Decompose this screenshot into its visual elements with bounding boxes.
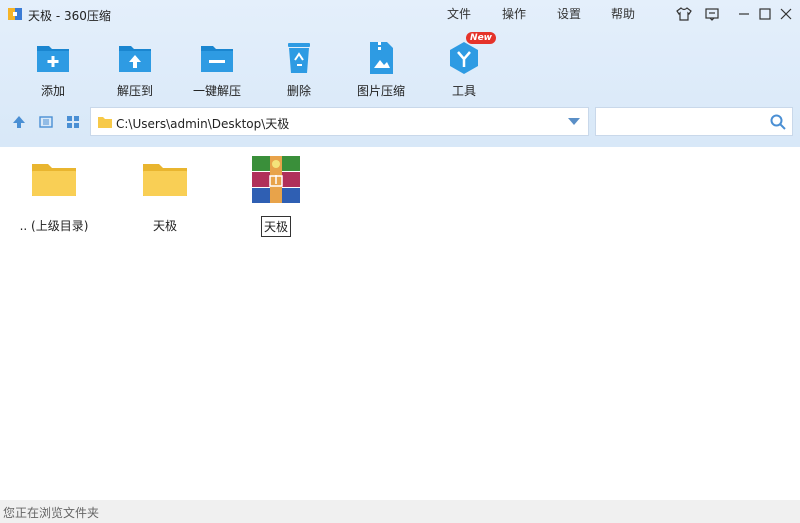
thumbnail-view-icon[interactable] (65, 114, 81, 130)
image-compress-button[interactable]: 图片压缩 (346, 36, 416, 98)
file-name: 天极 (152, 219, 177, 233)
delete-button[interactable]: 删除 (264, 36, 334, 98)
file-name: .. (上级目录) (19, 219, 89, 233)
add-folder-icon (33, 38, 73, 78)
tools-label: 工具 (451, 84, 476, 98)
search-input[interactable] (600, 112, 760, 132)
add-label: 添加 (40, 84, 65, 98)
skin-shirt-icon[interactable] (674, 4, 694, 24)
recycle-bin-icon (279, 38, 319, 78)
folder-icon (28, 154, 80, 206)
app-icon (8, 8, 22, 20)
header-area: 天极 - 360压缩 文件 操作 设置 帮助 添加 解压到 一键解压 删除 图片… (0, 0, 800, 147)
folder-icon (139, 154, 191, 206)
minimize-icon[interactable] (734, 4, 754, 24)
archive-icon (250, 154, 302, 206)
menu-settings[interactable]: 设置 (557, 5, 581, 22)
search-icon[interactable] (770, 114, 786, 130)
tools-cube-icon: New (444, 32, 496, 78)
one-click-extract-label: 一键解压 (192, 84, 241, 98)
new-badge: New (466, 32, 496, 44)
window-title: 天极 - 360压缩 (28, 9, 111, 23)
one-click-extract-icon (197, 38, 237, 78)
file-item-parent[interactable]: .. (上级目录) (14, 154, 94, 235)
maximize-icon[interactable] (755, 4, 775, 24)
file-item-archive[interactable]: 天极 (236, 154, 316, 237)
file-item-folder[interactable]: 天极 (125, 154, 205, 235)
menu-file[interactable]: 文件 (447, 5, 471, 22)
menu-operations[interactable]: 操作 (502, 5, 526, 22)
feedback-message-icon[interactable] (702, 4, 722, 24)
detail-view-icon[interactable] (38, 114, 54, 130)
address-bar[interactable]: C:\Users\admin\Desktop\天极 (90, 107, 589, 136)
close-icon[interactable] (776, 4, 796, 24)
one-click-extract-button[interactable]: 一键解压 (182, 36, 252, 98)
status-bar: 您正在浏览文件夹 (0, 500, 800, 523)
extract-to-label: 解压到 (116, 84, 153, 98)
extract-to-icon (115, 38, 155, 78)
image-compress-label: 图片压缩 (356, 84, 405, 98)
search-box[interactable] (595, 107, 793, 136)
image-zip-icon (361, 38, 401, 78)
address-path: C:\Users\admin\Desktop\天极 (116, 117, 290, 131)
add-button[interactable]: 添加 (18, 36, 88, 98)
up-arrow-icon[interactable] (11, 114, 27, 130)
extract-to-button[interactable]: 解压到 (100, 36, 170, 98)
tools-button[interactable]: New 工具 (429, 32, 499, 98)
file-name[interactable]: 天极 (260, 216, 291, 237)
menu-help[interactable]: 帮助 (611, 5, 635, 22)
folder-icon (98, 117, 112, 128)
delete-label: 删除 (286, 84, 311, 98)
status-text: 您正在浏览文件夹 (3, 506, 100, 520)
title-bar: 天极 - 360压缩 文件 操作 设置 帮助 (0, 0, 800, 28)
chevron-down-icon[interactable] (568, 118, 580, 126)
